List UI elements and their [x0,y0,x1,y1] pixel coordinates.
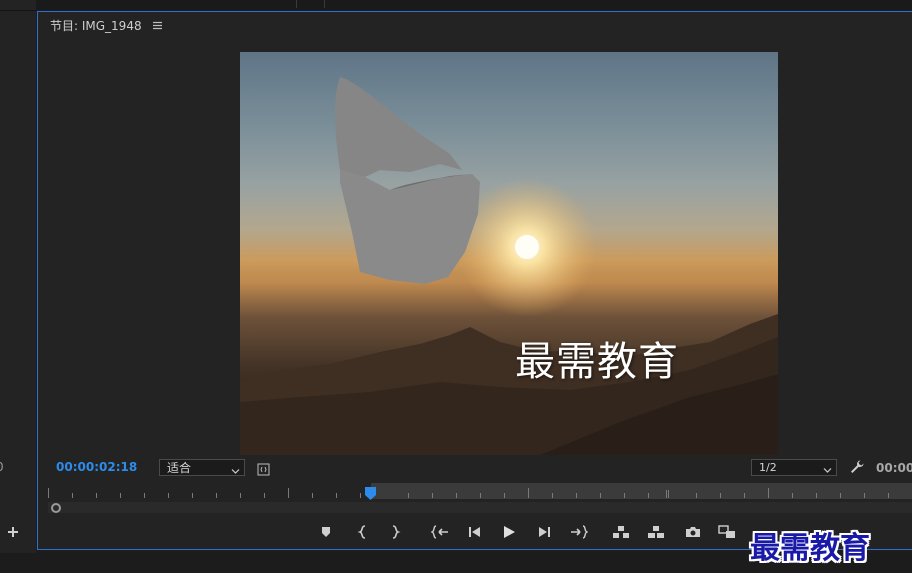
step-back-button[interactable] [465,522,485,542]
playback-resolution-select[interactable]: 1/2 [751,459,837,476]
time-ruler[interactable] [48,482,912,500]
watermark-logo: 最需教育 [750,531,870,566]
playback-resolution-value: 1/2 [759,461,777,474]
zoom-scrollbar[interactable] [48,502,912,513]
video-overlay-title: 最需教育 [515,339,679,385]
in-out-range-bar [371,483,912,499]
lift-button[interactable] [611,522,631,542]
wrench-icon[interactable] [849,459,865,475]
play-icon [502,525,516,539]
extract-button[interactable] [646,522,666,542]
export-frame-button[interactable] [683,522,703,542]
mark-in-button[interactable] [353,522,373,542]
step-forward-icon [537,526,551,538]
top-panel-strip [36,0,912,10]
lift-icon [612,525,630,539]
duration-timecode: 00:00 [876,461,912,475]
hamburger-icon[interactable] [152,20,163,31]
go-to-in-icon [431,525,449,539]
marker-icon [320,526,332,538]
video-preview[interactable]: 最需教育 [240,52,778,455]
camera-icon [685,526,701,538]
left-panel: 0 [0,0,36,573]
step-forward-button[interactable] [534,522,554,542]
zoom-fit-value: 适合 [167,461,192,475]
chevron-down-icon [231,464,240,474]
mark-in-icon [357,525,369,539]
step-back-icon [468,526,482,538]
sunset-scene-image [240,77,778,455]
play-button[interactable] [499,522,519,542]
program-monitor-panel: 节目: IMG_1948 最需教育 00:00:02:18 适合 1/2 00:… [37,11,912,550]
extract-icon [647,525,665,539]
scrollbar-handle[interactable] [51,503,61,513]
go-to-in-button[interactable] [430,522,450,542]
go-to-out-icon [570,525,588,539]
go-to-out-button[interactable] [569,522,589,542]
mark-out-icon [389,525,401,539]
tab-label: 节目: IMG_1948 [50,18,142,33]
premiere-window: 0 节目: IMG_1948 [0,0,912,573]
safe-margins-icon[interactable] [257,461,270,476]
mark-out-button[interactable] [385,522,405,542]
program-monitor-tab[interactable]: 节目: IMG_1948 [50,17,163,33]
compare-icon [718,525,736,539]
add-marker-button[interactable] [316,522,336,542]
zoom-fit-select[interactable]: 适合 [159,459,245,476]
compare-view-button[interactable] [717,522,737,542]
playhead-timecode[interactable]: 00:00:02:18 [56,460,137,474]
chevron-down-icon [823,464,832,473]
playhead-marker[interactable] [365,486,377,500]
left-panel-edge-digit: 0 [0,460,4,474]
plus-icon[interactable] [5,524,21,540]
